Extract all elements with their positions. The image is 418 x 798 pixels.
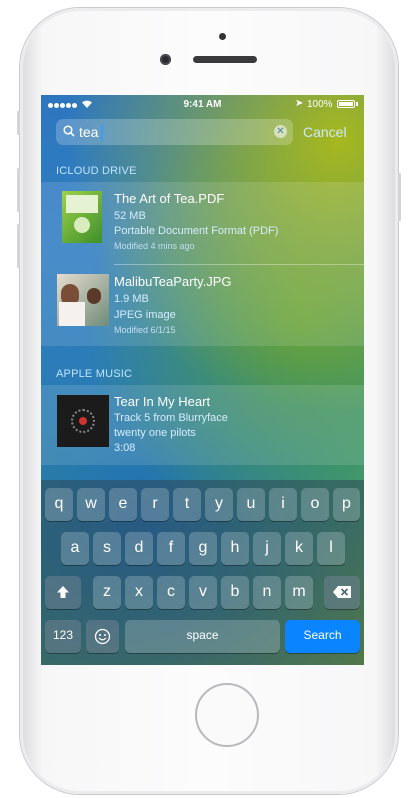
screen: 9:41 AM ➤ 100% tea ✕ Cancel ICLOUD DRIVE… bbox=[41, 95, 364, 665]
key-a[interactable]: a bbox=[61, 532, 89, 565]
battery-percent: 100% bbox=[307, 99, 333, 110]
result-type: JPEG image bbox=[114, 309, 176, 321]
status-bar: 9:41 AM ➤ 100% bbox=[41, 95, 364, 115]
key-x[interactable]: x bbox=[125, 576, 153, 609]
result-jpg[interactable]: MalibuTeaParty.JPG 1.9 MB JPEG image Mod… bbox=[41, 265, 364, 346]
search-field[interactable]: tea ✕ bbox=[56, 119, 293, 145]
key-r[interactable]: r bbox=[141, 488, 169, 521]
search-button[interactable]: Search bbox=[285, 620, 360, 653]
space-key[interactable]: space bbox=[125, 620, 280, 653]
power-button bbox=[398, 173, 401, 221]
delete-key[interactable] bbox=[324, 576, 360, 609]
key-y[interactable]: y bbox=[205, 488, 233, 521]
song-track: Track 5 from Blurryface bbox=[114, 412, 228, 424]
front-camera bbox=[160, 54, 171, 65]
volume-down-button bbox=[17, 224, 20, 268]
key-z[interactable]: z bbox=[93, 576, 121, 609]
result-type: Portable Document Format (PDF) bbox=[114, 225, 279, 237]
key-q[interactable]: q bbox=[45, 488, 73, 521]
key-s[interactable]: s bbox=[93, 532, 121, 565]
location-icon: ➤ bbox=[295, 98, 304, 109]
result-size: 1.9 MB bbox=[114, 293, 149, 305]
shift-key[interactable] bbox=[45, 576, 81, 609]
key-h[interactable]: h bbox=[221, 532, 249, 565]
key-g[interactable]: g bbox=[189, 532, 217, 565]
result-pdf[interactable]: The Art of Tea.PDF 52 MB Portable Docume… bbox=[41, 182, 364, 264]
home-button[interactable] bbox=[195, 683, 259, 747]
icloud-results: The Art of Tea.PDF 52 MB Portable Docume… bbox=[41, 182, 364, 346]
result-title: Tear In My Heart bbox=[114, 394, 211, 409]
song-artist: twenty one pilots bbox=[114, 427, 196, 439]
shift-icon bbox=[57, 586, 69, 598]
mute-switch bbox=[17, 111, 20, 135]
key-l[interactable]: l bbox=[317, 532, 345, 565]
result-size: 52 MB bbox=[114, 210, 146, 222]
key-f[interactable]: f bbox=[157, 532, 185, 565]
section-header-music: APPLE MUSIC bbox=[56, 368, 133, 380]
battery-icon bbox=[337, 100, 355, 108]
result-modified: Modified 6/1/15 bbox=[114, 325, 176, 335]
pdf-thumbnail bbox=[62, 191, 102, 243]
result-title: The Art of Tea.PDF bbox=[114, 191, 225, 206]
key-k[interactable]: k bbox=[285, 532, 313, 565]
numbers-key[interactable]: 123 bbox=[45, 620, 81, 653]
key-b[interactable]: b bbox=[221, 576, 249, 609]
delete-icon bbox=[333, 586, 351, 598]
album-artwork bbox=[57, 395, 109, 447]
song-duration: 3:08 bbox=[114, 442, 136, 454]
battery-tip bbox=[356, 102, 358, 106]
cancel-button[interactable]: Cancel bbox=[303, 124, 347, 140]
emoji-key[interactable] bbox=[86, 620, 119, 653]
key-i[interactable]: i bbox=[269, 488, 297, 521]
result-modified: Modified 4 mins ago bbox=[114, 241, 195, 251]
volume-up-button bbox=[17, 168, 20, 212]
emoji-icon bbox=[94, 628, 111, 645]
section-header-icloud: ICLOUD DRIVE bbox=[56, 165, 137, 177]
proximity-sensor bbox=[219, 33, 226, 40]
search-query[interactable]: tea bbox=[79, 124, 98, 140]
key-w[interactable]: w bbox=[77, 488, 105, 521]
key-t[interactable]: t bbox=[173, 488, 201, 521]
search-icon bbox=[63, 125, 75, 137]
earpiece-speaker bbox=[193, 56, 257, 63]
key-u[interactable]: u bbox=[237, 488, 265, 521]
key-e[interactable]: e bbox=[109, 488, 137, 521]
key-c[interactable]: c bbox=[157, 576, 185, 609]
key-m[interactable]: m bbox=[285, 576, 313, 609]
keyboard: q w e r t y u i o p a s d f g h j k l z … bbox=[41, 480, 364, 665]
key-v[interactable]: v bbox=[189, 576, 217, 609]
clear-icon[interactable]: ✕ bbox=[274, 125, 287, 138]
key-o[interactable]: o bbox=[301, 488, 329, 521]
key-j[interactable]: j bbox=[253, 532, 281, 565]
text-cursor bbox=[101, 124, 103, 141]
result-title: MalibuTeaParty.JPG bbox=[114, 274, 232, 289]
key-n[interactable]: n bbox=[253, 576, 281, 609]
key-p[interactable]: p bbox=[333, 488, 360, 521]
key-d[interactable]: d bbox=[125, 532, 153, 565]
result-song[interactable]: Tear In My Heart Track 5 from Blurryface… bbox=[41, 385, 364, 465]
jpg-thumbnail bbox=[57, 274, 109, 326]
